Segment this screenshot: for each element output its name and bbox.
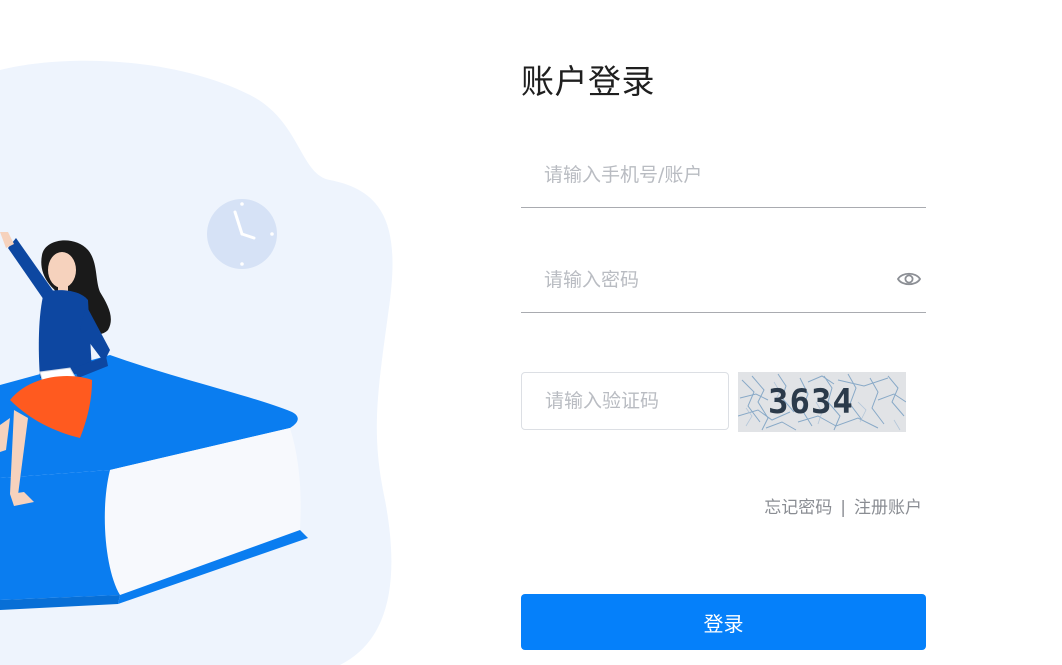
login-panel: 账户登录 请输入手机号/账户 请输入验证码 3634 忘记密码 | 注册账户 登… xyxy=(521,0,926,665)
clock-icon xyxy=(207,199,277,269)
forgot-password-link[interactable]: 忘记密码 xyxy=(764,498,832,518)
register-link[interactable]: 注册账户 xyxy=(854,498,922,518)
captcha-input[interactable] xyxy=(522,373,728,429)
account-input[interactable] xyxy=(521,145,904,205)
link-separator: | xyxy=(840,498,846,518)
page-title: 账户登录 xyxy=(521,62,655,101)
reading-woman-illustration xyxy=(0,60,393,665)
captcha-code: 3634 xyxy=(768,382,854,422)
captcha-image[interactable]: 3634 xyxy=(737,372,907,432)
account-field xyxy=(521,145,926,208)
login-button[interactable]: 登录 xyxy=(521,594,926,650)
login-page: 账户登录 请输入手机号/账户 请输入验证码 3634 忘记密码 | 注册账户 登… xyxy=(0,0,1062,665)
captcha-field xyxy=(521,372,729,430)
password-field xyxy=(521,250,926,313)
eye-icon[interactable] xyxy=(896,268,922,290)
password-input[interactable] xyxy=(521,250,904,310)
auth-links: 忘记密码 | 注册账户 xyxy=(764,493,922,518)
